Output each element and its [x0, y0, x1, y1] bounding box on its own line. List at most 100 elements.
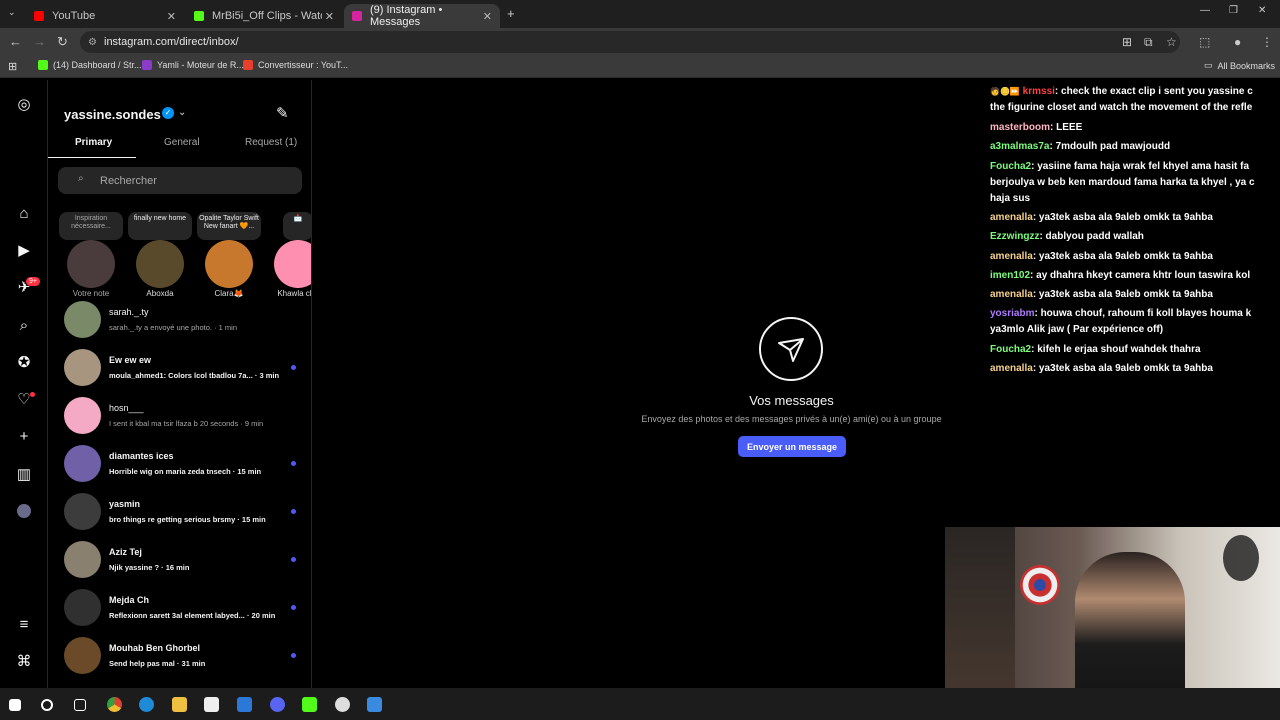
chat-user: Foucha2: [990, 161, 1032, 172]
conversation-item[interactable]: Aziz Tej Njik yassine ? · 16 min: [64, 541, 311, 589]
conversation-item[interactable]: Ew ew ew moula_ahmed1: Colors lcol tbadl…: [64, 349, 311, 397]
bookmark-label: (14) Dashboard / Str...: [53, 60, 142, 70]
tab-instagram[interactable]: (9) Instagram • Messages ✕: [344, 4, 500, 28]
unread-dot: [291, 557, 296, 562]
instagram-logo-icon[interactable]: ◎: [15, 95, 33, 113]
url-text: instagram.com/direct/inbox/: [104, 36, 239, 48]
inbox-panel: yassine.sondes ✓ ⌄ ✎ Primary General Req…: [48, 80, 312, 688]
explorer-icon[interactable]: [172, 697, 187, 712]
close-tab-icon[interactable]: ✕: [167, 10, 176, 23]
kick-icon[interactable]: [302, 697, 317, 712]
translate-icon[interactable]: ⊞: [1122, 35, 1132, 49]
windows-taskbar: [0, 688, 1280, 720]
start-icon[interactable]: [9, 699, 21, 711]
compose-icon[interactable]: ✎: [276, 104, 289, 122]
chat-user: amenalla: [990, 251, 1033, 262]
profile-icon[interactable]: ●: [1234, 35, 1241, 49]
task-view-icon[interactable]: [74, 699, 86, 711]
extensions-icon[interactable]: ⬚: [1199, 35, 1210, 49]
menu-icon[interactable]: ⋮: [1261, 35, 1273, 49]
chrome-icon[interactable]: [107, 697, 122, 712]
bookmark-dashboard[interactable]: (14) Dashboard / Str...: [38, 60, 142, 70]
forward-icon[interactable]: →: [33, 34, 46, 49]
threads-icon[interactable]: ⌘: [15, 652, 33, 670]
install-icon[interactable]: ⧉: [1144, 35, 1153, 50]
profile-avatar[interactable]: [15, 502, 33, 520]
note-name: Votre note: [72, 289, 110, 298]
chat-user: amenalla: [990, 363, 1033, 374]
site-info-icon[interactable]: ⚙: [88, 37, 97, 48]
address-bar-row: ← → ↻ ⚙ instagram.com/direct/inbox/ ⊞ ⧉ …: [0, 28, 1280, 56]
close-tab-icon[interactable]: ✕: [325, 10, 334, 23]
bookmark-yamli[interactable]: Yamli - Moteur de R...: [142, 60, 244, 70]
create-icon[interactable]: +: [15, 427, 33, 445]
reels-icon[interactable]: ▶: [15, 241, 33, 259]
chat-message: amenalla: ya3tek asba ala 9aleb omkk ta …: [990, 249, 1262, 265]
chat-text: : check the exact clip i sent you yassin…: [1054, 86, 1253, 97]
chat-message: imen102: ay dhahra hkeyt camera khtr lou…: [990, 268, 1262, 284]
send-message-button[interactable]: Envoyer un message: [738, 436, 846, 457]
conversation-preview: bro things re getting serious brsmy · 15…: [109, 515, 266, 524]
tab-search-icon[interactable]: ⌄: [8, 7, 16, 18]
note-name: Aboxda: [146, 289, 174, 298]
note-bubble: 📩: [283, 212, 311, 240]
conversation-preview: Njik yassine ? · 16 min: [109, 563, 190, 572]
conversation-item[interactable]: diamantes ices Horrible wig on maria zed…: [64, 445, 311, 493]
all-bookmarks[interactable]: ▭ All Bookmarks: [1204, 60, 1275, 71]
search-icon[interactable]: [41, 699, 53, 711]
reload-icon[interactable]: ↻: [57, 34, 68, 50]
star-icon[interactable]: ☆: [1166, 35, 1177, 49]
minimize-icon[interactable]: —: [1200, 5, 1210, 16]
search-icon[interactable]: ⌕: [15, 316, 33, 334]
conversation-item[interactable]: Mouhab Ben Ghorbel Send help pas mal · 3…: [64, 637, 311, 685]
kick-icon: [194, 11, 204, 21]
conversation-item[interactable]: yasmin bro things re getting serious brs…: [64, 493, 311, 541]
note-bubble: Inspiration nécessaire...: [59, 212, 123, 240]
dashboard-icon[interactable]: ▥: [15, 465, 33, 483]
explore-icon[interactable]: ✪: [15, 353, 33, 371]
conversation-item[interactable]: sarah._.ty sarah._.ty a envoyé une photo…: [64, 301, 311, 349]
tab-youtube[interactable]: YouTube ✕: [26, 4, 184, 28]
account-username[interactable]: yassine.sondes: [64, 107, 161, 122]
store-icon[interactable]: [204, 697, 219, 712]
verified-icon: ✓: [162, 107, 174, 119]
mail-icon[interactable]: [237, 697, 252, 712]
menu-icon[interactable]: ≡: [15, 615, 33, 633]
tab-general[interactable]: General: [164, 137, 200, 148]
tab-title: (9) Instagram • Messages: [370, 4, 443, 28]
chat-user: masterboom: [990, 122, 1051, 133]
discord-icon[interactable]: [270, 697, 285, 712]
bookmark-convertisseur[interactable]: Convertisseur : YouT...: [243, 60, 348, 70]
note-name: Khawla che: [277, 289, 311, 298]
chevron-down-icon[interactable]: ⌄: [178, 107, 186, 118]
unread-dot: [291, 509, 296, 514]
bookmark-icon: [38, 60, 48, 70]
conversation-preview: Reflexionn sarett 3al element labyed... …: [109, 611, 276, 620]
url-field[interactable]: ⚙ instagram.com/direct/inbox/: [80, 31, 1180, 53]
tab-kick[interactable]: MrBi5i_Off Clips - Watch Live o ✕: [186, 4, 342, 28]
empty-title: Vos messages: [749, 393, 834, 408]
new-tab-icon[interactable]: +: [507, 6, 515, 21]
close-window-icon[interactable]: ✕: [1258, 5, 1266, 16]
avatar: [136, 240, 184, 288]
chat-message: Foucha2: yasiine fama haja wrak fel khye…: [990, 159, 1262, 175]
active-tab-indicator: [48, 157, 136, 158]
chat-text: : ya3tek asba ala 9aleb omkk ta 9ahba: [1032, 212, 1213, 223]
edge-icon[interactable]: [139, 697, 154, 712]
home-icon[interactable]: ⌂: [15, 204, 33, 222]
search-input[interactable]: ⌕ Rechercher: [58, 167, 302, 194]
tab-primary[interactable]: Primary: [75, 137, 112, 148]
apps-icon[interactable]: ⊞: [8, 60, 17, 73]
conversation-item[interactable]: Mejda Ch Reflexionn sarett 3al element l…: [64, 589, 311, 637]
close-tab-icon[interactable]: ✕: [483, 10, 492, 23]
app-icon[interactable]: [367, 697, 382, 712]
media-icon[interactable]: [335, 697, 350, 712]
tab-requests[interactable]: Request (1): [245, 137, 297, 148]
conversation-item[interactable]: hosn___ I sent it kbal ma tsir lfaza b 2…: [64, 397, 311, 445]
unread-dot: [291, 461, 296, 466]
bookmark-label: All Bookmarks: [1217, 60, 1276, 71]
back-icon[interactable]: ←: [9, 34, 22, 49]
chat-user: amenalla: [990, 289, 1033, 300]
maximize-icon[interactable]: ❐: [1229, 5, 1238, 16]
youtube-icon: [34, 11, 44, 21]
